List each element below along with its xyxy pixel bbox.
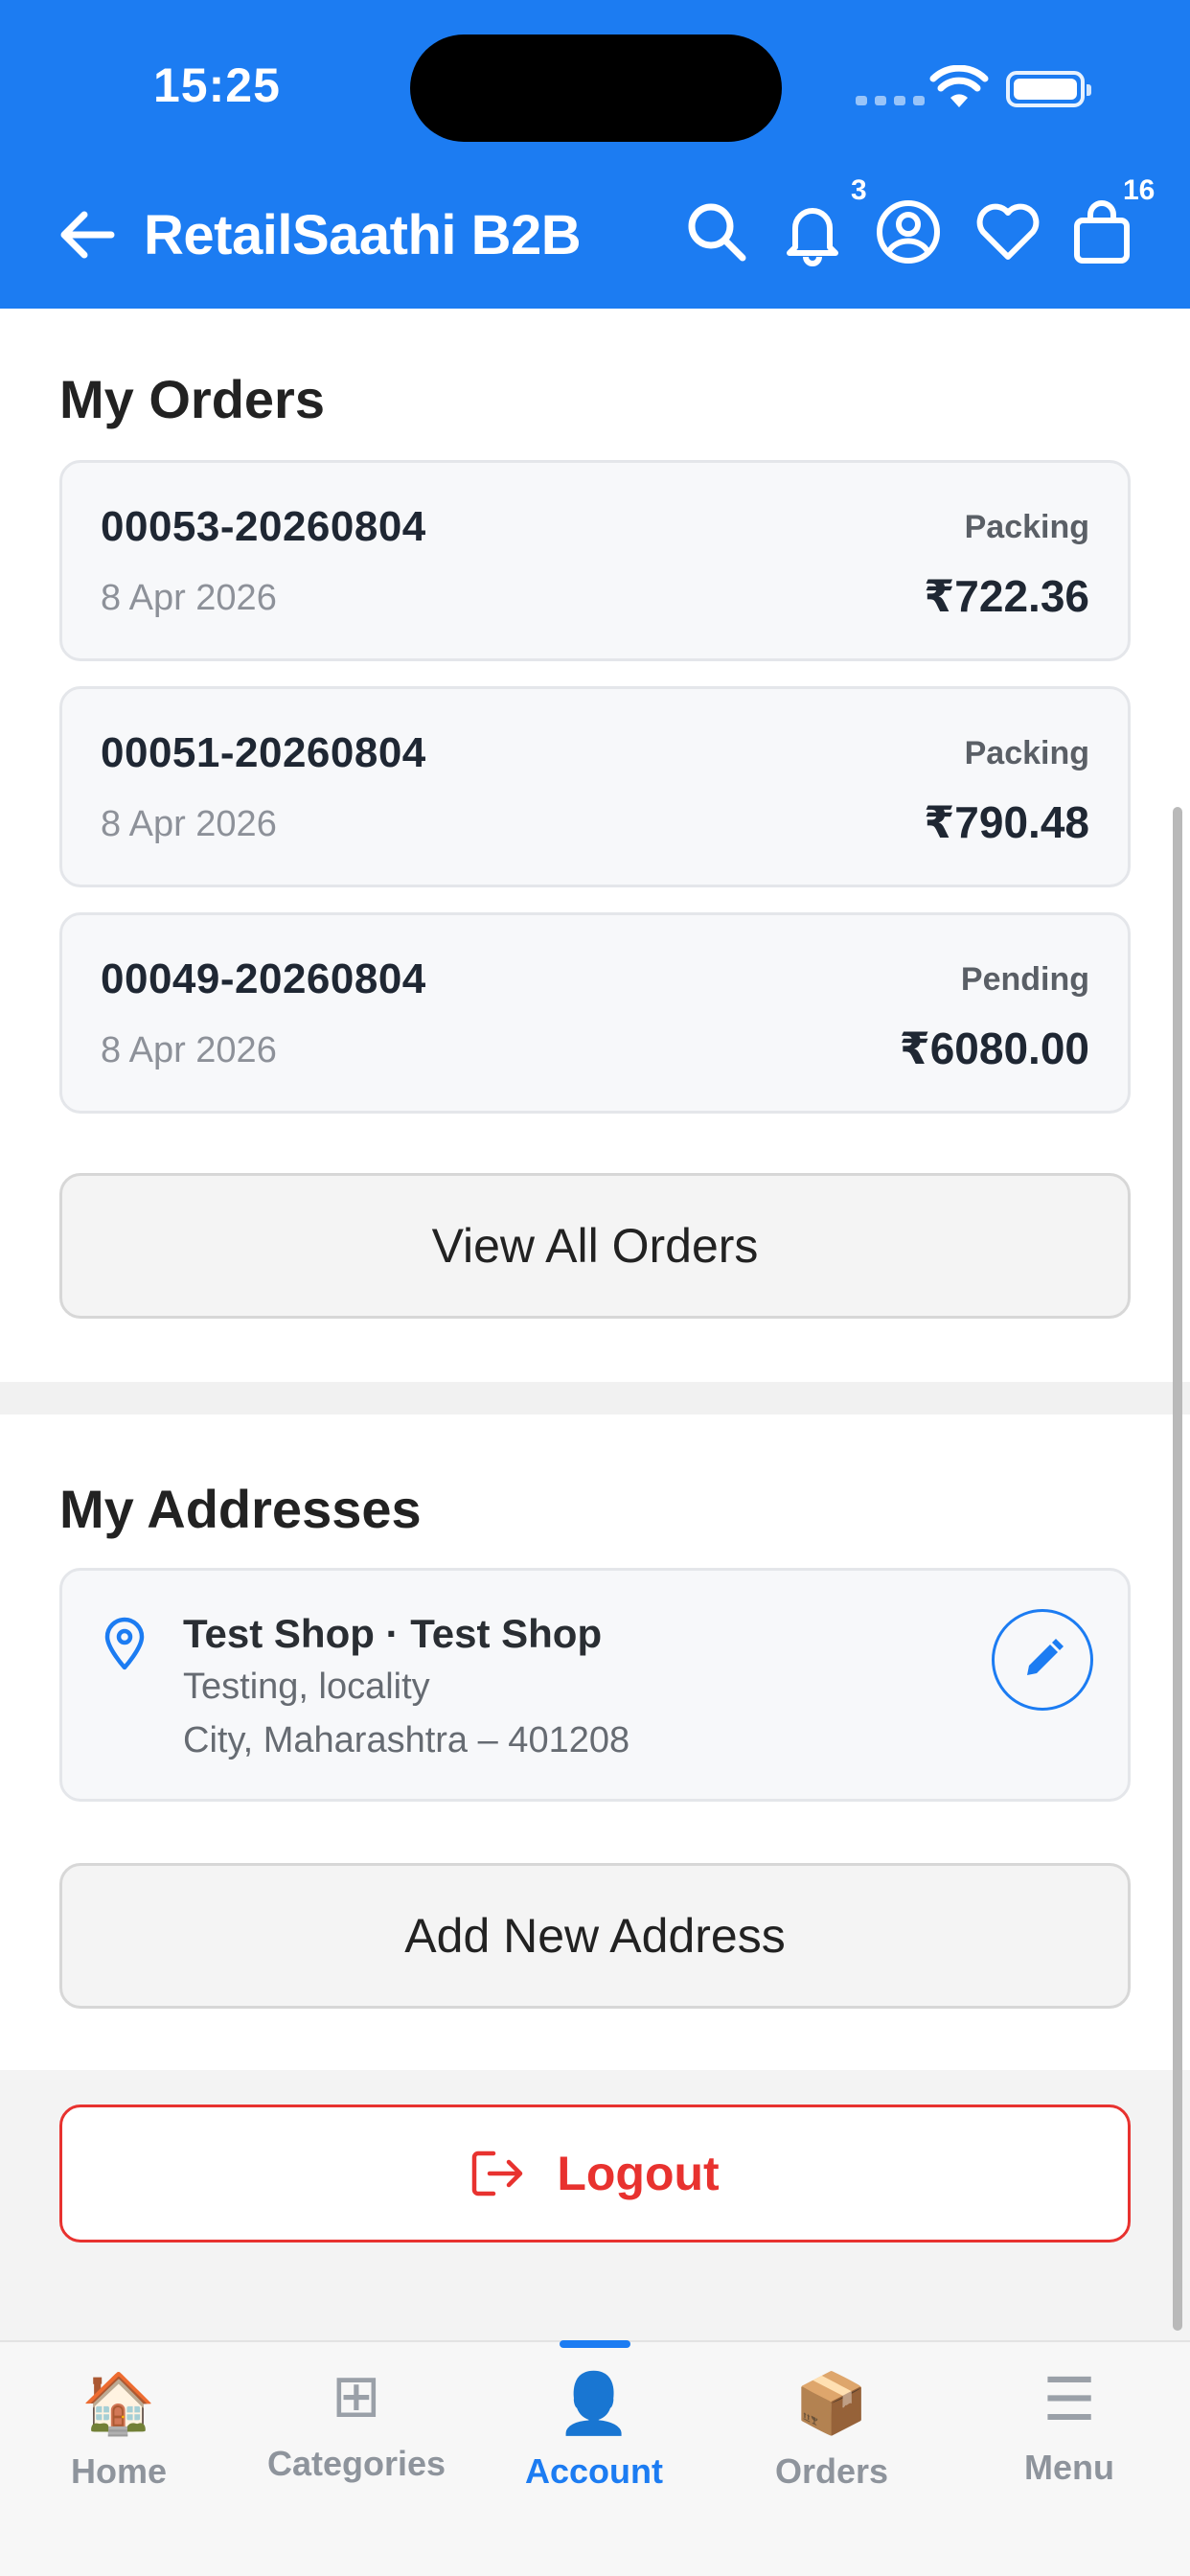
section-divider — [0, 1382, 1190, 1414]
shopping-bag-icon[interactable] — [1067, 197, 1136, 266]
order-date: 8 Apr 2026 — [101, 1030, 277, 1070]
logout-label: Logout — [557, 2147, 720, 2200]
nav-item-account[interactable]: 👤 Account — [475, 2371, 713, 2505]
order-card[interactable]: 00051-20260804 8 Apr 2026 Packing ₹790.4… — [59, 686, 1131, 887]
scrollbar[interactable] — [1173, 807, 1182, 2331]
nav-item-menu[interactable]: ☰ Menu — [950, 2367, 1188, 2501]
nav-item-orders[interactable]: 📦 Orders — [713, 2371, 950, 2505]
order-status: Pending — [960, 961, 1089, 998]
orders-title: My Orders — [59, 369, 325, 429]
profile-icon[interactable] — [874, 197, 943, 266]
order-id: 00051-20260804 — [101, 729, 426, 776]
address-name: Test Shop · Test Shop — [183, 1611, 603, 1656]
nav-item-home[interactable]: 🏠 Home — [0, 2371, 238, 2505]
edit-address-button[interactable] — [992, 1609, 1093, 1711]
wifi-icon — [929, 65, 989, 107]
order-card[interactable]: 00049-20260804 8 Apr 2026 Pending ₹6080.… — [59, 912, 1131, 1114]
addresses-section: My Addresses Test Shop · Test Shop Testi… — [0, 1414, 1190, 2070]
screen: 15:25 RetailSaathi B2B 3 16 My Orders 00… — [0, 0, 1190, 2576]
notification-badge: 3 — [851, 174, 867, 206]
nav-label: Home — [70, 2451, 168, 2491]
orders-section: My Orders 00053-20260804 8 Apr 2026 Pack… — [0, 309, 1190, 1382]
order-amount: ₹722.36 — [924, 571, 1089, 621]
addresses-title: My Addresses — [59, 1479, 422, 1539]
cart-badge: 16 — [1123, 174, 1156, 206]
address-line: Testing, locality — [183, 1667, 430, 1707]
add-new-address-button[interactable]: Add New Address — [59, 1863, 1131, 2009]
logout-icon — [472, 2150, 523, 2196]
nav-label: Menu — [1024, 2448, 1114, 2487]
app-header: 15:25 RetailSaathi B2B 3 16 — [0, 0, 1190, 309]
back-arrow-icon[interactable] — [54, 201, 121, 268]
order-date: 8 Apr 2026 — [101, 578, 277, 618]
bell-icon[interactable] — [778, 197, 847, 266]
user-icon: 👤 — [557, 2371, 631, 2437]
logout-button[interactable]: Logout — [59, 2104, 1131, 2242]
bottom-navigation: 🏠 Home ⊞ Categories 👤 Account 📦 Orders ☰… — [0, 2340, 1190, 2576]
order-status: Packing — [964, 735, 1089, 771]
order-card[interactable]: 00053-20260804 8 Apr 2026 Packing ₹722.3… — [59, 460, 1131, 661]
view-all-orders-button[interactable]: View All Orders — [59, 1173, 1131, 1319]
pencil-icon — [1027, 1639, 1064, 1675]
dynamic-island — [410, 34, 782, 142]
address-card: Test Shop · Test Shop Testing, locality … — [59, 1568, 1131, 1802]
nav-label: Orders — [774, 2451, 889, 2491]
order-id: 00053-20260804 — [101, 503, 426, 550]
heart-icon[interactable] — [973, 197, 1042, 266]
location-pin-icon — [104, 1617, 145, 1670]
nav-label: Categories — [266, 2444, 446, 2483]
grid-icon: ⊞ — [332, 2363, 381, 2429]
status-time: 15:25 — [153, 58, 281, 112]
active-tab-indicator — [560, 2340, 630, 2348]
order-date: 8 Apr 2026 — [101, 804, 277, 844]
address-line: City, Maharashtra – 401208 — [183, 1720, 630, 1760]
order-amount: ₹790.48 — [924, 797, 1089, 847]
battery-icon — [1006, 71, 1091, 107]
nav-label: Account — [525, 2451, 663, 2491]
menu-icon: ☰ — [1042, 2367, 1096, 2433]
home-icon: 🏠 — [81, 2371, 156, 2437]
cellular-signal-icon — [856, 96, 925, 105]
package-icon: 📦 — [794, 2371, 869, 2437]
order-amount: ₹6080.00 — [899, 1024, 1089, 1073]
app-title: RetailSaathi B2B — [144, 204, 582, 266]
order-id: 00049-20260804 — [101, 955, 426, 1002]
order-status: Packing — [964, 509, 1089, 545]
search-icon[interactable] — [682, 197, 751, 266]
nav-item-categories[interactable]: ⊞ Categories — [238, 2363, 475, 2497]
